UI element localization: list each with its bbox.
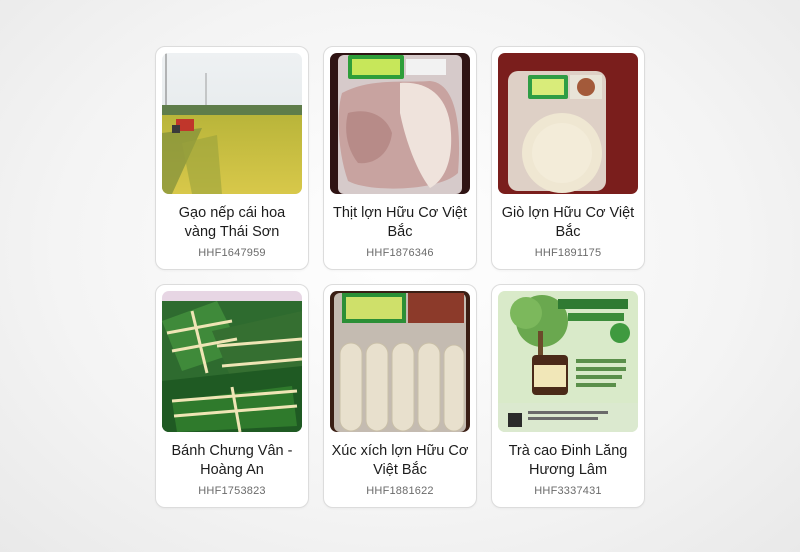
product-code: HHF1891175 <box>534 247 602 259</box>
product-code: HHF1881622 <box>366 485 434 497</box>
product-name: Gạo nếp cái hoa vàng Thái Sơn <box>178 205 286 240</box>
product-card[interactable]: Gạo nếp cái hoa vàng Thái Sơn HHF1647959 <box>155 46 309 270</box>
sausage-pack-image <box>330 291 470 432</box>
product-code: HHF1753823 <box>198 485 266 497</box>
product-grid: Gạo nếp cái hoa vàng Thái Sơn HHF1647959… <box>155 46 645 508</box>
tea-poster-image <box>498 291 638 432</box>
product-card[interactable]: Trà cao Đinh Lăng Hương Lâm HHF3337431 <box>491 284 645 508</box>
product-name: Xúc xích lợn Hữu Cơ Việt Bắc <box>331 443 469 478</box>
banh-chung-image <box>162 291 302 432</box>
product-card[interactable]: Giò lợn Hữu Cơ Việt Bắc HHF1891175 <box>491 46 645 270</box>
product-name: Thịt lợn Hữu Cơ Việt Bắc <box>332 205 468 240</box>
product-name: Trà cao Đinh Lăng Hương Lâm <box>508 443 628 478</box>
product-code: HHF3337431 <box>534 485 602 497</box>
rice-field-image <box>162 53 302 194</box>
packaged-pork-image <box>330 53 470 194</box>
product-code: HHF1647959 <box>198 247 266 259</box>
product-card[interactable]: Bánh Chưng Vân - Hoàng An HHF1753823 <box>155 284 309 508</box>
product-card[interactable]: Xúc xích lợn Hữu Cơ Việt Bắc HHF1881622 <box>323 284 477 508</box>
product-card[interactable]: Thịt lợn Hữu Cơ Việt Bắc HHF1876346 <box>323 46 477 270</box>
product-code: HHF1876346 <box>366 247 434 259</box>
product-name: Giò lợn Hữu Cơ Việt Bắc <box>501 205 635 240</box>
packaged-pork-roll-image <box>498 53 638 194</box>
product-name: Bánh Chưng Vân - Hoàng An <box>171 443 293 478</box>
